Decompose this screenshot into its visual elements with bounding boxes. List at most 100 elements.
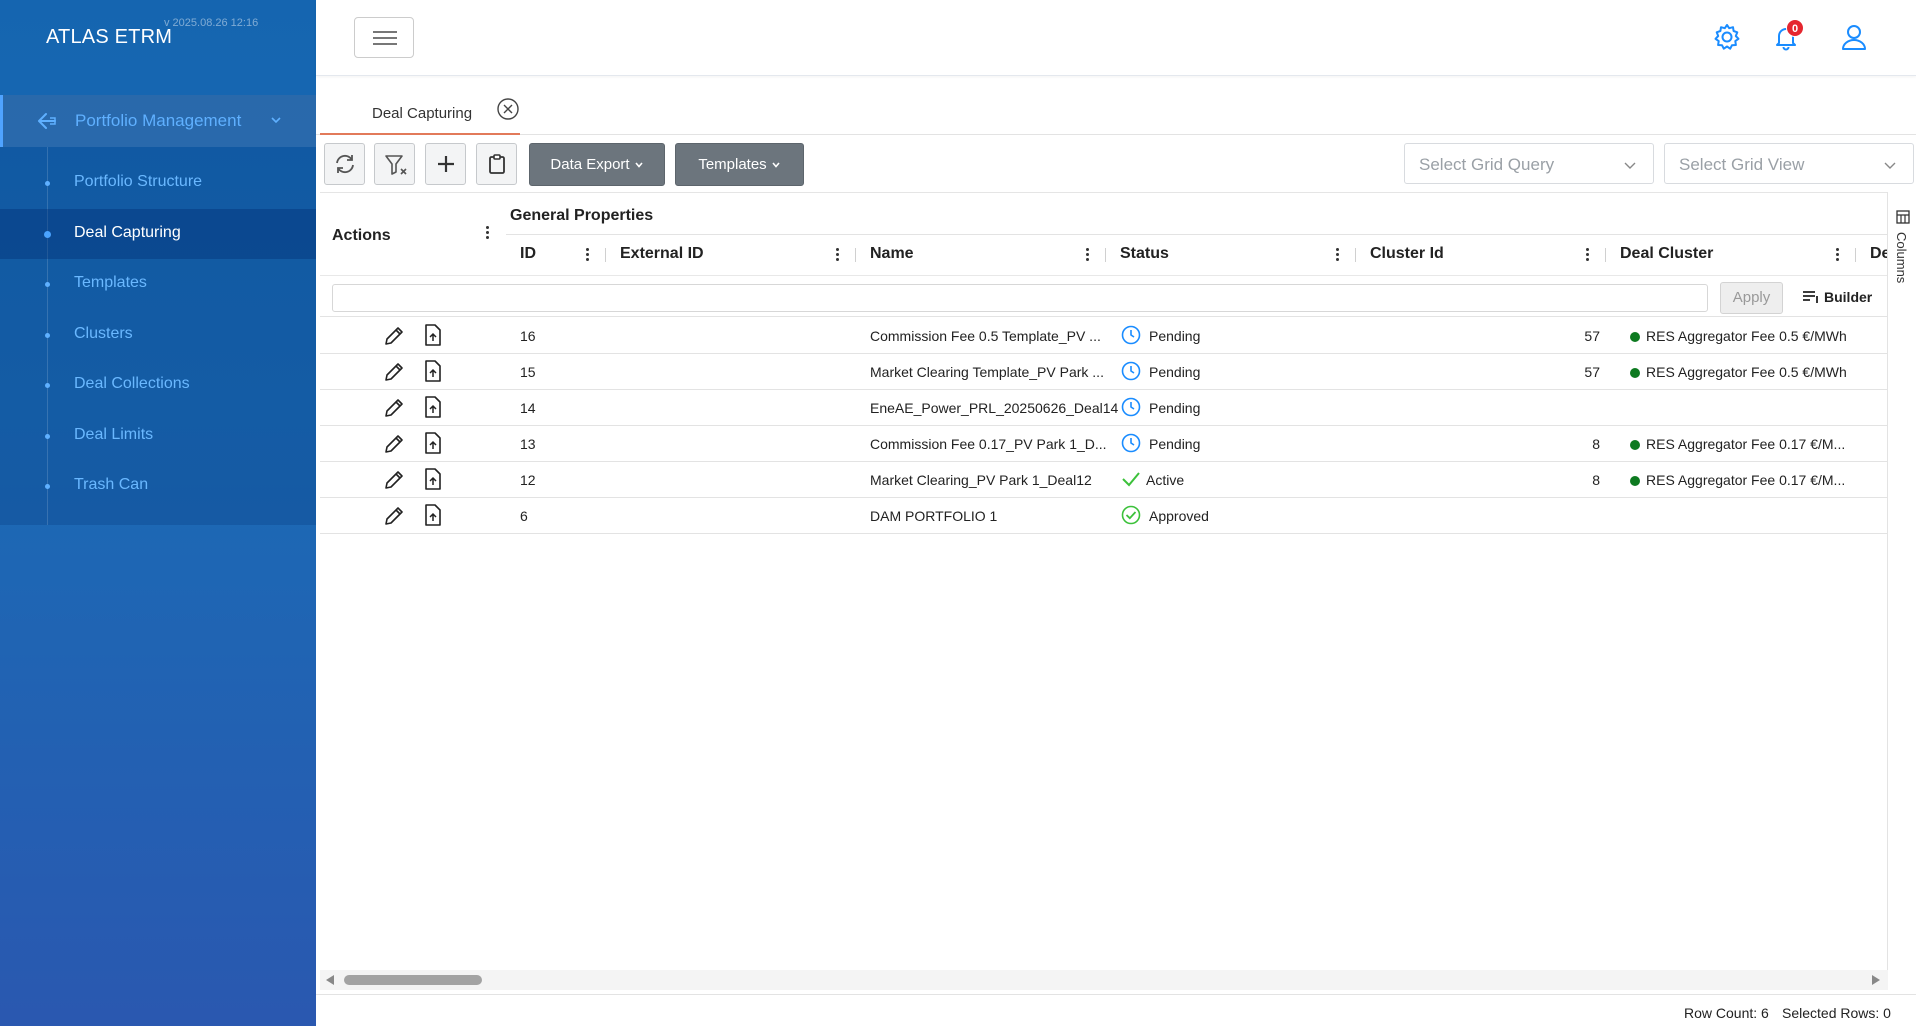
grid-view-select[interactable]: Select Grid View — [1664, 143, 1914, 184]
actions-column-header[interactable]: Actions — [332, 227, 391, 245]
column-separator[interactable] — [605, 248, 606, 262]
column-header-id[interactable]: ID — [520, 245, 536, 263]
document-upload-icon[interactable] — [424, 503, 442, 527]
refresh-button[interactable] — [324, 143, 365, 185]
sidebar-item-templates[interactable]: Templates — [0, 259, 316, 309]
table-row[interactable]: 13 Commission Fee 0.17_PV Park 1_D... Pe… — [320, 426, 1888, 462]
group-header-label: General Properties — [510, 207, 654, 224]
bullet-icon — [45, 484, 50, 489]
sidebar-item-deal-limits[interactable]: Deal Limits — [0, 411, 316, 461]
column-separator[interactable] — [1355, 248, 1356, 262]
table-row[interactable]: 16 Commission Fee 0.5 Template_PV ... Pe… — [320, 318, 1888, 354]
pencil-icon[interactable] — [382, 324, 406, 348]
builder-icon[interactable] — [1802, 290, 1820, 304]
apply-button[interactable]: Apply — [1720, 282, 1783, 314]
column-header-truncated[interactable]: De — [1870, 245, 1888, 263]
refresh-icon — [336, 154, 354, 174]
gear-icon[interactable] — [1712, 22, 1742, 52]
cell-status: Pending — [1149, 364, 1201, 380]
builder-button[interactable]: Builder — [1824, 289, 1872, 305]
column-menu-icon[interactable] — [1336, 248, 1340, 264]
pencil-icon[interactable] — [382, 504, 406, 528]
scroll-right-icon[interactable] — [1872, 975, 1880, 985]
plus-icon — [438, 156, 454, 172]
pencil-icon[interactable] — [382, 432, 406, 456]
table-row[interactable]: 15 Market Clearing Template_PV Park ... … — [320, 354, 1888, 390]
table-row[interactable]: 14 EneAE_Power_PRL_20250626_Deal14 Pendi… — [320, 390, 1888, 426]
column-header-external-id[interactable]: External ID — [620, 245, 704, 263]
user-icon[interactable] — [1839, 22, 1869, 52]
checkmark-icon — [1122, 472, 1140, 487]
cell-name: Market Clearing Template_PV Park ... — [870, 364, 1104, 380]
cell-id: 16 — [520, 328, 536, 344]
sidebar-item-trash-can[interactable]: Trash Can — [0, 461, 316, 511]
sidebar-item-portfolio-structure[interactable]: Portfolio Structure — [0, 158, 316, 208]
sidebar-item-label: Portfolio Management — [75, 111, 242, 130]
data-export-dropdown[interactable]: Data Export — [529, 143, 665, 186]
cell-id: 6 — [520, 508, 528, 524]
column-separator[interactable] — [855, 248, 856, 262]
close-icon[interactable] — [496, 97, 520, 121]
column-menu-icon[interactable] — [486, 226, 490, 242]
selected-rows-count: Selected Rows: 0 — [1782, 1005, 1891, 1021]
cell-id: 13 — [520, 436, 536, 452]
scroll-left-icon[interactable] — [326, 975, 334, 985]
sidebar-item-deal-collections[interactable]: Deal Collections — [0, 360, 316, 410]
tab-deal-capturing[interactable]: Deal Capturing — [320, 77, 520, 135]
columns-side-panel[interactable]: Columns — [1887, 192, 1916, 990]
table-row[interactable]: 6 DAM PORTFOLIO 1 Approved — [320, 498, 1888, 534]
document-upload-icon[interactable] — [424, 323, 442, 347]
grid-header: Actions General Properties ID External I… — [320, 193, 1888, 275]
table-row[interactable]: 12 Market Clearing_PV Park 1_Deal12 Acti… — [320, 462, 1888, 498]
app-brand[interactable]: ATLAS ETRM — [46, 26, 172, 49]
column-menu-icon[interactable] — [836, 248, 840, 264]
cell-status: Approved — [1149, 508, 1209, 524]
column-separator[interactable] — [1105, 248, 1106, 262]
column-menu-icon[interactable] — [586, 248, 590, 264]
column-separator[interactable] — [1855, 248, 1856, 262]
sidebar-item-label: Trash Can — [74, 476, 149, 493]
sidebar-item-label: Templates — [74, 274, 147, 291]
document-upload-icon[interactable] — [424, 395, 442, 419]
cell-cluster-id: 57 — [1584, 364, 1600, 380]
cell-cluster-id: 57 — [1584, 328, 1600, 344]
bullet-icon — [45, 181, 50, 186]
column-header-status[interactable]: Status — [1120, 245, 1169, 263]
column-menu-icon[interactable] — [1836, 248, 1840, 264]
horizontal-scrollbar[interactable] — [320, 970, 1888, 990]
cell-cluster-id: 8 — [1592, 436, 1600, 452]
query-builder-input[interactable] — [332, 284, 1708, 312]
pencil-icon[interactable] — [382, 468, 406, 492]
templates-dropdown[interactable]: Templates — [675, 143, 804, 186]
document-upload-icon[interactable] — [424, 467, 442, 491]
menu-toggle-button[interactable] — [354, 17, 414, 58]
column-header-deal-cluster[interactable]: Deal Cluster — [1620, 245, 1713, 263]
cell-name: Commission Fee 0.17_PV Park 1_D... — [870, 436, 1107, 452]
document-upload-icon[interactable] — [424, 359, 442, 383]
cell-status: Pending — [1149, 436, 1201, 452]
tab-label: Deal Capturing — [372, 105, 473, 122]
grid-query-select[interactable]: Select Grid Query — [1404, 143, 1654, 184]
pencil-icon[interactable] — [382, 360, 406, 384]
sidebar-item-portfolio-management[interactable]: Portfolio Management — [0, 95, 316, 147]
scrollbar-thumb[interactable] — [344, 975, 482, 985]
cell-deal-cluster: RES Aggregator Fee 0.5 €/MWh — [1646, 364, 1847, 380]
column-menu-icon[interactable] — [1086, 248, 1090, 264]
document-upload-icon[interactable] — [424, 431, 442, 455]
bullet-icon — [45, 434, 50, 439]
clipboard-button[interactable] — [476, 143, 517, 185]
column-menu-icon[interactable] — [1586, 248, 1590, 264]
add-button[interactable] — [425, 143, 466, 185]
sidebar-item-deal-capturing[interactable]: Deal Capturing — [0, 209, 316, 259]
bullet-icon — [44, 231, 51, 238]
notification-badge: 0 — [1786, 19, 1804, 37]
column-separator[interactable] — [1605, 248, 1606, 262]
column-header-cluster-id[interactable]: Cluster Id — [1370, 245, 1444, 263]
cell-deal-cluster: RES Aggregator Fee 0.17 €/M... — [1646, 472, 1846, 488]
menu-icon — [373, 31, 397, 33]
sidebar-item-clusters[interactable]: Clusters — [0, 310, 316, 360]
back-arrow-icon[interactable] — [35, 109, 59, 133]
clear-filter-button[interactable] — [374, 143, 415, 185]
column-header-name[interactable]: Name — [870, 245, 914, 263]
pencil-icon[interactable] — [382, 396, 406, 420]
